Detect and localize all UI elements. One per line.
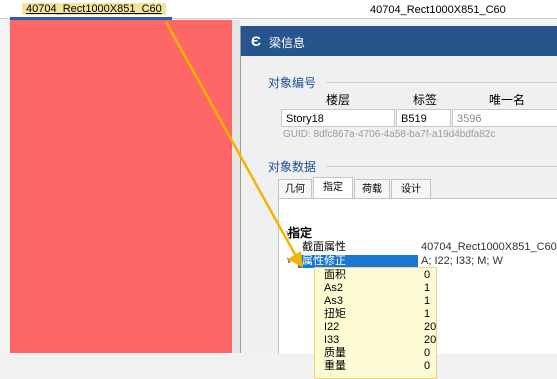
unique-name-field[interactable]: 3596 xyxy=(452,109,557,127)
tag-column-header: 标签 xyxy=(413,93,438,107)
modifier-name: As3 xyxy=(324,295,343,307)
modifier-name: I33 xyxy=(324,334,340,346)
object-data-group-title: 对象数据 xyxy=(268,160,317,174)
modifier-value[interactable]: 1 xyxy=(424,295,430,308)
tab-geometry[interactable]: 几何 xyxy=(278,179,312,198)
dialog-title: 梁信息 xyxy=(269,36,306,50)
section-property-name[interactable]: 截面属性 xyxy=(302,241,346,254)
modifier-name: 重量 xyxy=(324,360,346,372)
collapse-chevron-icon[interactable]: ∨ xyxy=(286,255,293,266)
beam-section-label-left: 40704_Rect1000X851_C60 xyxy=(22,3,166,15)
modifier-value[interactable]: 20 xyxy=(424,334,436,347)
modifier-value[interactable]: 0 xyxy=(424,347,430,360)
tab-assign[interactable]: 指定 xyxy=(313,177,353,198)
modifier-name: 面积 xyxy=(324,269,346,281)
beam-section-label-right: 40704_Rect1000X851_C60 xyxy=(370,4,506,16)
modifier-name: I22 xyxy=(324,321,340,333)
modifier-name: As2 xyxy=(324,282,343,294)
group-divider xyxy=(326,166,557,167)
selected-beam-shape[interactable] xyxy=(10,20,232,353)
beam-info-dialog: Є 梁信息 对象编号 楼层 标签 唯一名 Story18 B519 3596 G… xyxy=(240,26,557,379)
unique-name-column-header: 唯一名 xyxy=(489,93,526,107)
tab-design[interactable]: 设计 xyxy=(391,179,431,198)
group-divider xyxy=(326,82,557,83)
tag-field[interactable]: B519 xyxy=(396,109,451,127)
object-id-group-title: 对象编号 xyxy=(268,76,317,90)
floor-field[interactable]: Story18 xyxy=(281,109,395,127)
modifier-value[interactable]: 20 xyxy=(424,321,436,334)
modifier-name: 扭矩 xyxy=(324,308,346,320)
guid-text: GUID: 8dfc867a-4706-4a58-ba7f-a19d4bdfa8… xyxy=(283,129,496,140)
section-property-value[interactable]: 40704_Rect1000X851_C60 xyxy=(421,241,557,254)
assign-category-label[interactable]: 指定 xyxy=(288,227,312,240)
modifier-value[interactable]: 0 xyxy=(424,269,430,282)
modifier-name: 质量 xyxy=(324,347,346,359)
dialog-titlebar[interactable]: Є 梁信息 xyxy=(241,26,557,56)
canvas-gap xyxy=(232,20,240,353)
modifier-value[interactable]: 1 xyxy=(424,282,430,295)
modifier-value[interactable]: 1 xyxy=(424,308,430,321)
modifier-value[interactable]: 0 xyxy=(424,360,430,373)
app-logo-icon: Є xyxy=(251,33,261,49)
floor-column-header: 楼层 xyxy=(326,93,351,107)
tab-loads[interactable]: 荷载 xyxy=(354,179,390,198)
